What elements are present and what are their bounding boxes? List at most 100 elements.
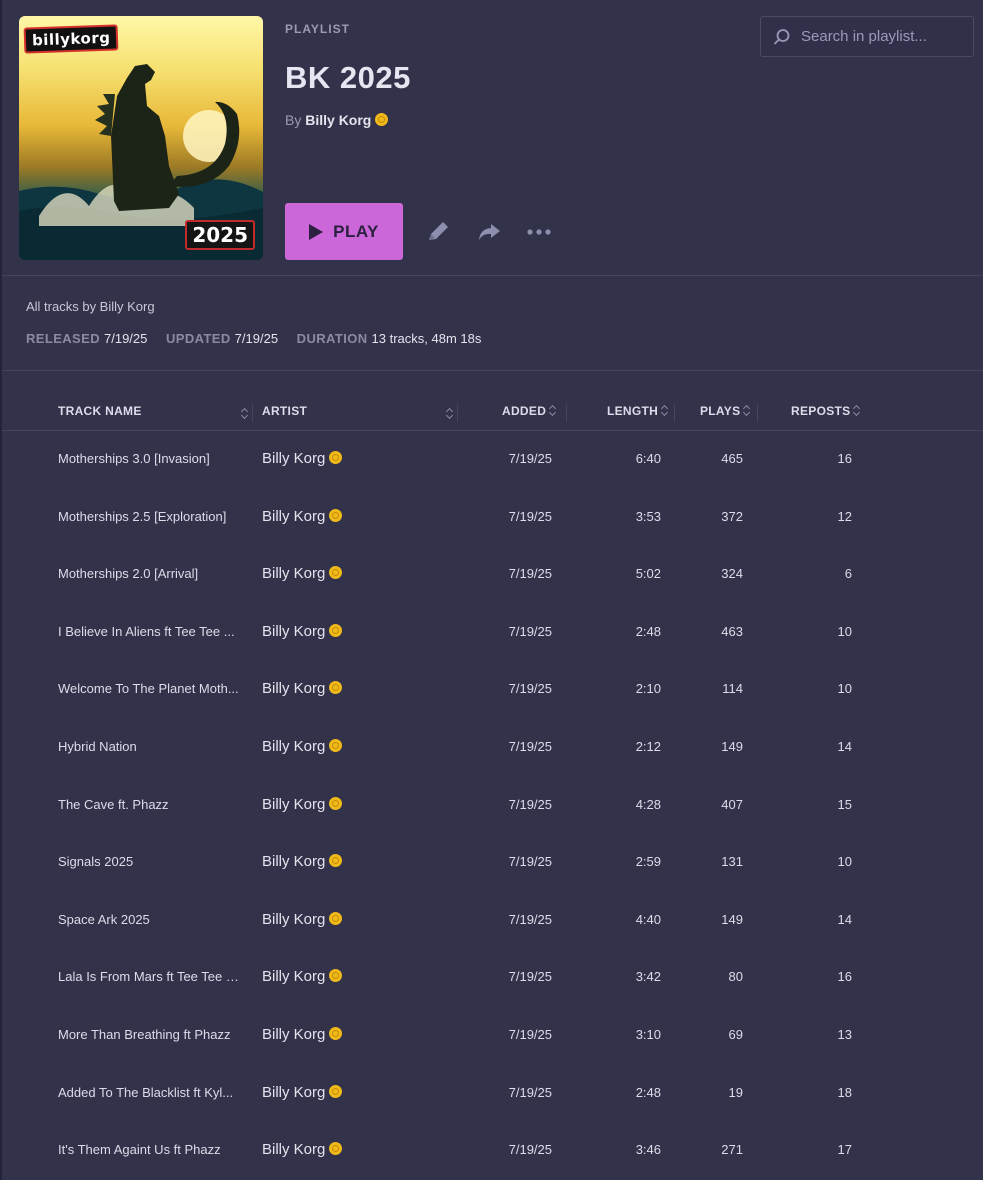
sort-icon[interactable] [242, 408, 249, 419]
table-row[interactable]: Motherships 2.5 [Exploration] Billy Korg 7… [2, 488, 983, 545]
added-date: 7/19/25 [508, 1142, 552, 1158]
updated-label: UPDATED [166, 331, 231, 346]
added-date: 7/19/25 [508, 1027, 552, 1042]
verified-badge-icon [329, 969, 343, 983]
play-count: 372 [721, 508, 743, 524]
repost-count: 6 [844, 566, 852, 582]
repost-count: 10 [837, 623, 852, 639]
added-date: 7/19/25 [508, 854, 552, 870]
col-header-track-name[interactable]: TRACK NAME [58, 404, 142, 418]
verified-badge-icon [329, 854, 343, 868]
artist-name[interactable]: Billy Korg [262, 623, 325, 640]
track-name[interactable]: Welcome To The Planet Moth... [58, 660, 244, 717]
play-button[interactable]: PLAY [285, 203, 403, 260]
author-link[interactable]: Billy Korg [305, 112, 371, 128]
playlist-type-label: PLAYLIST [285, 22, 350, 36]
search-box[interactable] [760, 16, 974, 57]
column-separator [674, 404, 675, 422]
artist-name[interactable]: Billy Korg [262, 796, 325, 813]
artist-name[interactable]: Billy Korg [262, 450, 325, 467]
released-value: 7/19/25 [104, 331, 148, 346]
repost-count: 16 [837, 451, 852, 466]
artist-name[interactable]: Billy Korg [262, 565, 325, 582]
table-row[interactable]: Space Ark 2025 Billy Korg 7/19/25 4:40 149 14 [2, 891, 983, 948]
track-name[interactable]: I Believe In Aliens ft Tee Tee ... [58, 603, 244, 660]
verified-badge-icon [329, 739, 343, 752]
artist-cell: Billy Korg [262, 718, 343, 775]
sort-icon [550, 405, 557, 416]
table-row[interactable]: Welcome To The Planet Moth... Billy Korg 7… [2, 660, 983, 717]
track-name[interactable]: Motherships 2.0 [Arrival] [58, 545, 244, 602]
track-name[interactable]: Motherships 3.0 [Invasion] [58, 430, 244, 487]
repost-count: 14 [837, 739, 852, 754]
repost-count: 18 [837, 1084, 852, 1100]
by-prefix: By [285, 112, 302, 128]
track-name[interactable]: The Cave ft. Phazz [58, 776, 244, 833]
play-count: 271 [721, 1142, 743, 1158]
table-row[interactable]: More Than Breathing ft Phazz Billy Korg 7/… [2, 1006, 983, 1063]
updated-value: 7/19/25 [234, 331, 279, 346]
column-separator [252, 404, 253, 422]
playlist-description: All tracks by Billy Korg [26, 299, 155, 314]
cover-year-text: 2025 [185, 220, 255, 250]
track-length: 4:40 [635, 911, 661, 927]
added-date: 7/19/25 [508, 1084, 552, 1100]
artist-cell: Billy Korg [262, 776, 343, 833]
table-row[interactable]: Added To The Blacklist ft Kyl... Billy Ko… [2, 1064, 983, 1121]
artist-name[interactable]: Billy Korg [262, 1026, 325, 1043]
track-name[interactable]: Space Ark 2025 [58, 891, 244, 948]
table-row[interactable]: Lala Is From Mars ft Tee Tee H... Billy K… [2, 948, 983, 1005]
duration-value: 13 tracks, 48m 18s [371, 331, 482, 346]
search-input[interactable] [799, 27, 973, 46]
col-header-length[interactable]: LENGTH [607, 404, 669, 418]
track-name[interactable]: Lala Is From Mars ft Tee Tee H... [58, 948, 244, 1005]
track-length: 2:59 [635, 854, 661, 870]
artist-name[interactable]: Billy Korg [262, 508, 325, 525]
track-name[interactable]: It's Them Againt Us ft Phazz [58, 1121, 244, 1178]
table-row[interactable]: It's Them Againt Us ft Phazz Billy Korg 7/… [2, 1121, 983, 1178]
table-row[interactable]: I Believe In Aliens ft Tee Tee ... Billy … [2, 603, 983, 660]
play-count: 149 [721, 911, 743, 927]
artist-cell: Billy Korg [262, 603, 343, 660]
col-header-label: ARTIST [262, 404, 308, 418]
sort-icon[interactable] [447, 408, 454, 419]
artist-name[interactable]: Billy Korg [262, 968, 325, 985]
col-header-plays[interactable]: PLAYS [700, 404, 751, 418]
divider [2, 275, 983, 276]
artist-name[interactable]: Billy Korg [262, 911, 325, 928]
artist-name[interactable]: Billy Korg [262, 853, 325, 870]
cover-art[interactable]: billykorg 2025 [19, 16, 263, 260]
table-row[interactable]: Motherships 2.0 [Arrival] Billy Korg 7/19/… [2, 545, 983, 602]
more-icon[interactable] [525, 218, 553, 246]
added-date: 7/19/25 [508, 451, 552, 466]
artist-name[interactable]: Billy Korg [262, 1141, 325, 1158]
track-name[interactable]: Added To The Blacklist ft Kyl... [58, 1064, 244, 1121]
track-name[interactable]: Signals 2025 [58, 833, 244, 890]
artist-cell: Billy Korg [262, 891, 343, 948]
artist-name[interactable]: Billy Korg [262, 738, 325, 755]
track-name[interactable]: Motherships 2.5 [Exploration] [58, 488, 244, 545]
repost-count: 10 [837, 854, 852, 870]
table-row[interactable]: Hybrid Nation Billy Korg 7/19/25 2:12 149 14 [2, 718, 983, 775]
track-name[interactable]: More Than Breathing ft Phazz [58, 1006, 244, 1063]
pencil-icon[interactable] [425, 218, 453, 246]
verified-badge-icon [329, 1084, 343, 1098]
track-length: 2:48 [635, 1084, 661, 1100]
col-header-reposts[interactable]: REPOSTS [791, 404, 861, 418]
play-count: 131 [721, 854, 743, 870]
track-name[interactable]: Hybrid Nation [58, 718, 244, 775]
table-row[interactable]: Signals 2025 Billy Korg 7/19/25 2:59 131 10 [2, 833, 983, 890]
artist-name[interactable]: Billy Korg [262, 1084, 325, 1101]
artist-cell: Billy Korg [262, 948, 343, 1005]
verified-badge-icon [329, 451, 343, 464]
share-icon[interactable] [475, 218, 503, 246]
artist-name[interactable]: Billy Korg [262, 680, 325, 697]
play-count: 69 [728, 1027, 743, 1042]
verified-badge-icon [329, 1142, 343, 1156]
sort-icon [854, 405, 861, 416]
col-header-added[interactable]: ADDED [502, 404, 557, 418]
table-row[interactable]: Motherships 3.0 [Invasion] Billy Korg 7/19… [2, 430, 983, 487]
col-header-artist[interactable]: ARTIST [262, 404, 307, 418]
table-row[interactable]: The Cave ft. Phazz Billy Korg 7/19/25 4:28 4… [2, 776, 983, 833]
released-label: RELEASED [26, 331, 100, 346]
